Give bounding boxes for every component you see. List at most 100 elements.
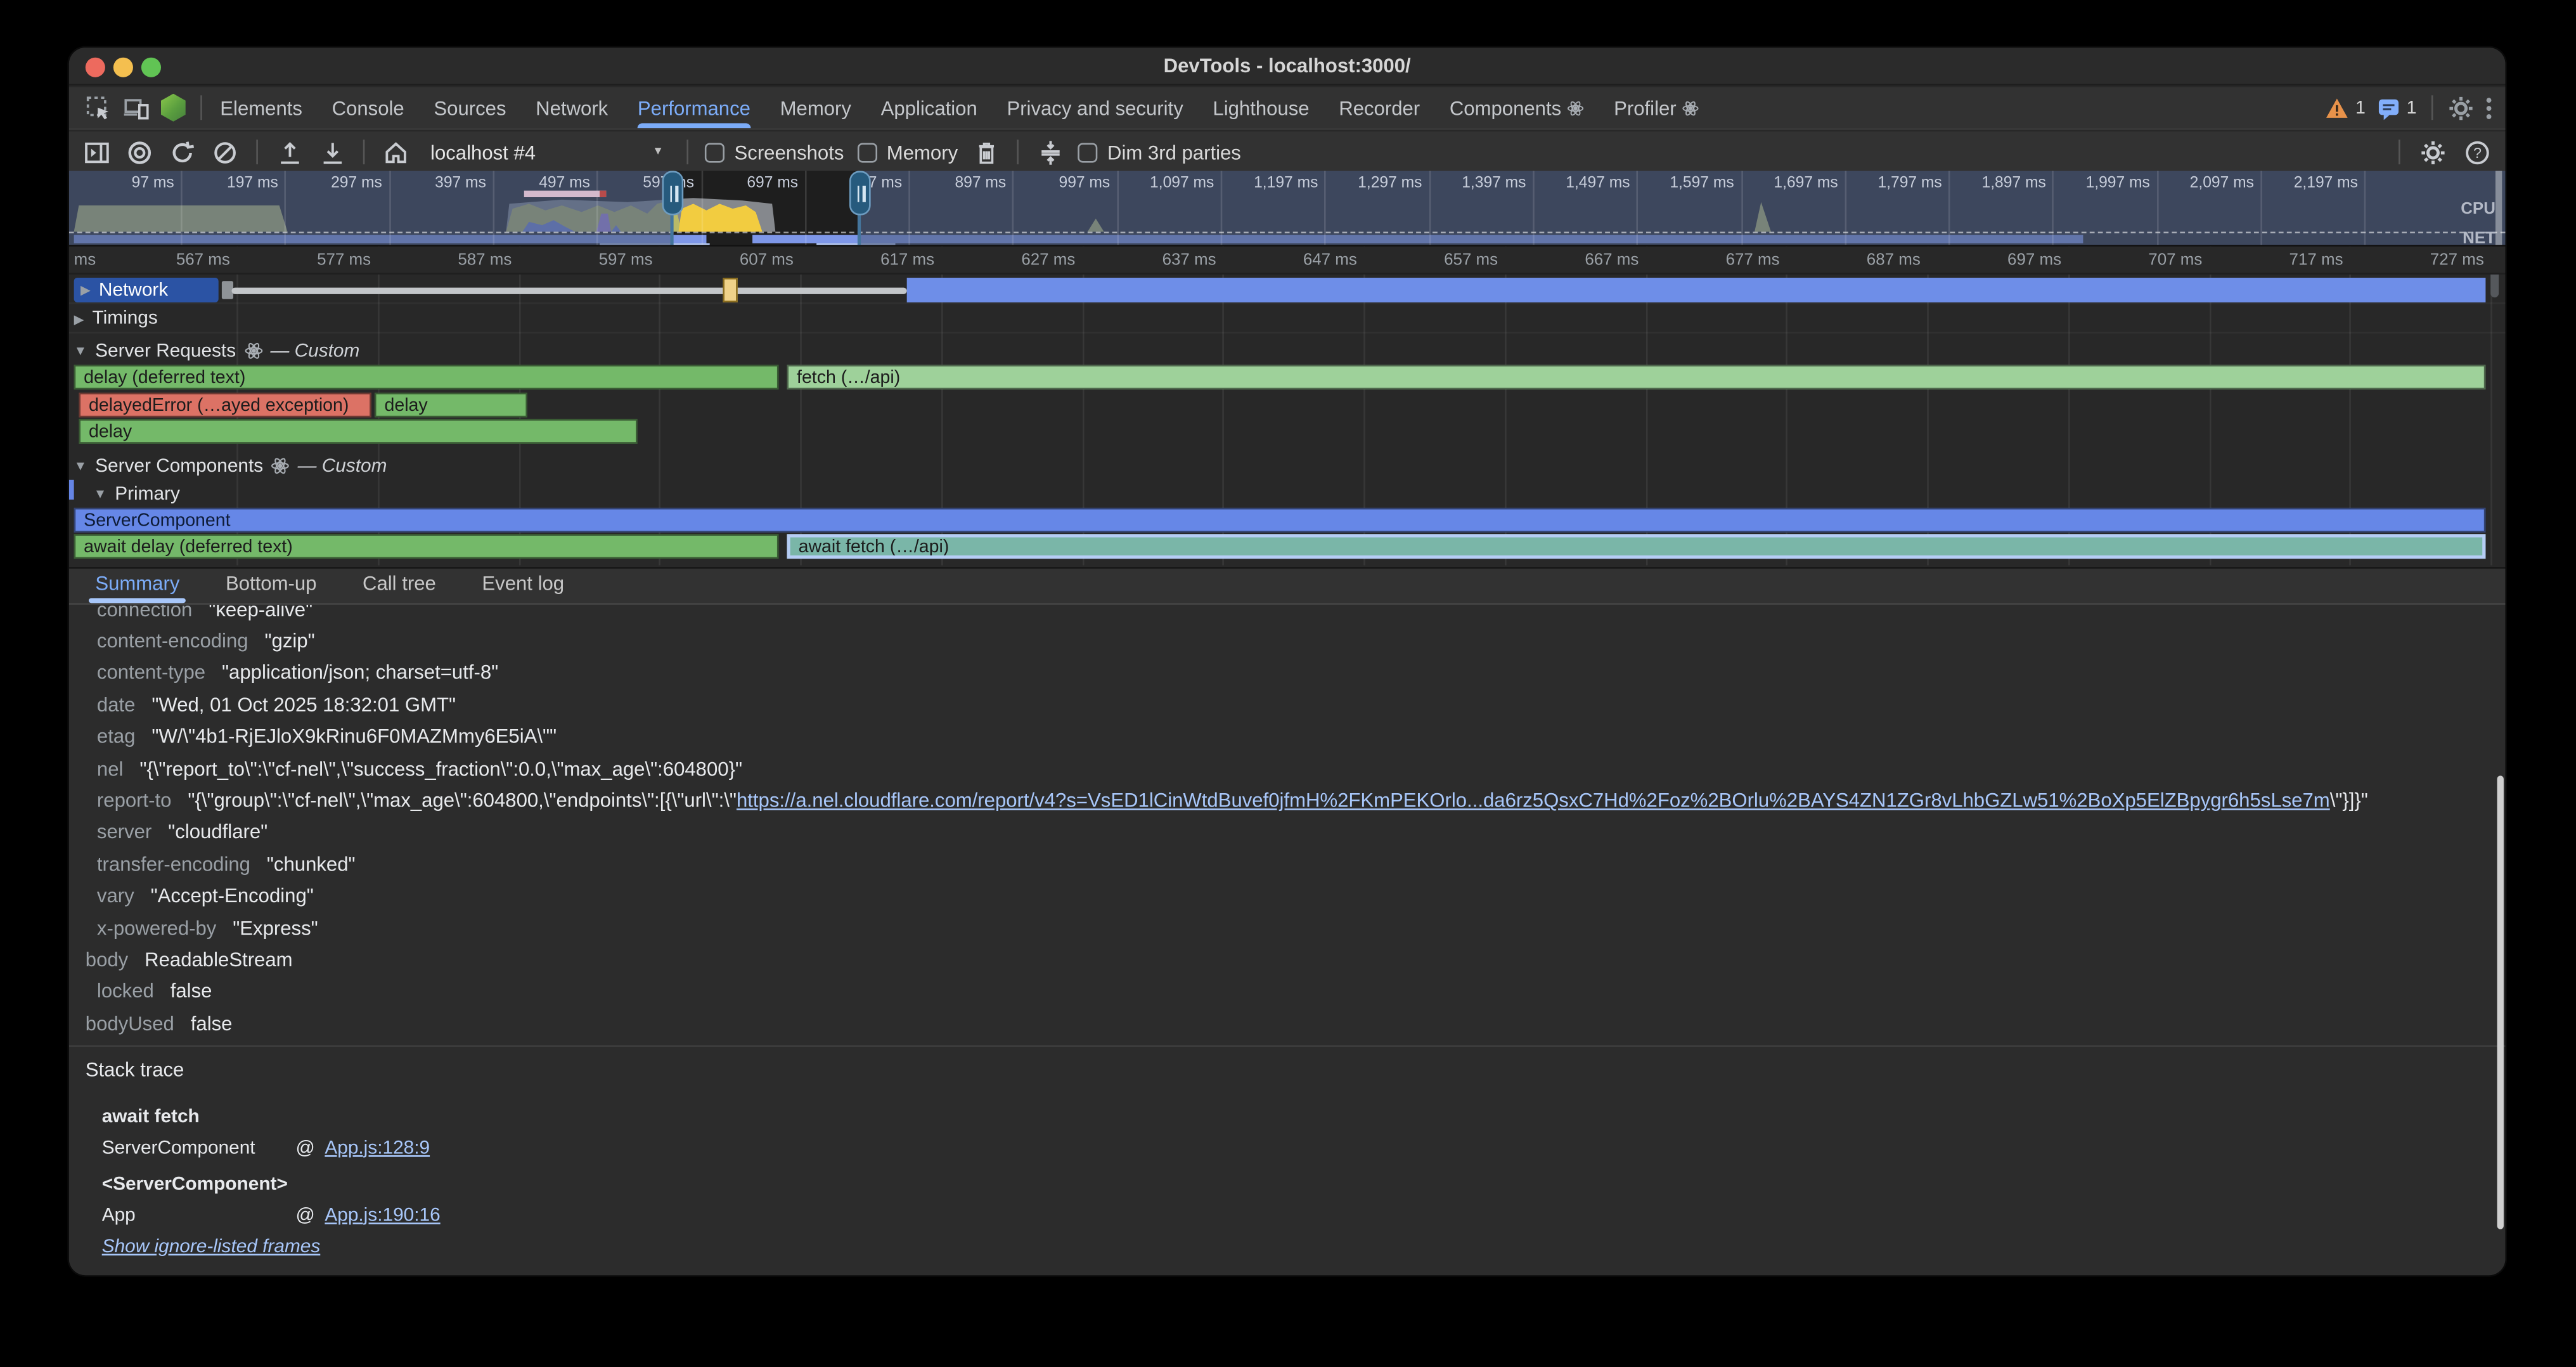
issues-icon[interactable] [2377,96,2400,119]
tab-console[interactable]: Console [332,87,404,128]
tab-application[interactable]: Application [881,87,977,128]
stack-frame-function: ServerComponent [102,1138,296,1158]
server-components-header[interactable]: ▼ Server Components — Custom [69,452,2506,480]
property-value: ReadableStream [145,948,292,971]
home-icon[interactable] [381,137,411,167]
details-tabbar: Summary Bottom-up Call tree Event log [69,567,2506,605]
memory-label: Memory [887,141,958,164]
summary-scrollbar-thumb[interactable] [2497,775,2504,1229]
primary-group-row[interactable]: ▼ Primary [69,480,2506,508]
collapse-tracks-icon[interactable] [1035,137,1065,167]
overview-grid-line [804,171,806,247]
property-value-suffix: \"}]}" [2330,789,2368,812]
dim-3rd-parties-checkbox[interactable]: Dim 3rd parties [1078,141,1241,164]
network-track-row[interactable]: ▶ Network [69,276,2506,304]
garbage-collect-icon[interactable] [971,137,1001,167]
capture-settings-gear-icon[interactable] [2418,137,2448,167]
toggle-sidebar-icon[interactable] [82,137,112,167]
screenshots-checkbox[interactable]: Screenshots [705,141,844,164]
device-toolbar-icon[interactable] [123,94,149,120]
timeline-event-bar[interactable]: ServerComponent [74,507,2486,532]
timings-track-row[interactable]: ▶ Timings [69,306,2506,334]
chevron-right-icon[interactable]: ▶ [80,283,91,297]
details-tab-summary[interactable]: Summary [92,566,183,604]
checkbox-box [857,142,877,162]
property-row: server"cloudflare" [69,816,2506,848]
report-to-url-link[interactable]: https://a.nel.cloudflare.com/report/v4?s… [737,789,2330,812]
tab-components[interactable]: Components [1450,87,1585,128]
overview-tick-label: 2,097 ms [2159,174,2254,193]
details-tab-event-log[interactable]: Event log [479,566,567,604]
network-track-label[interactable]: ▶ Network [74,278,219,302]
ruler-tick-label: 697 ms [1979,252,2061,270]
chevron-right-icon[interactable]: ▶ [74,311,84,326]
tab-elements[interactable]: Elements [220,87,302,128]
selection-handle-left-grip[interactable] [661,171,683,216]
history-select[interactable]: localhost #4 ▼ [424,141,671,164]
server-requests-header[interactable]: ▼ Server Requests — Custom [69,337,2506,365]
tab-label: Recorder [1339,96,1420,119]
chevron-down-icon[interactable]: ▼ [74,344,87,358]
network-request-waiting-bar[interactable] [231,288,906,294]
tab-label: Components [1450,96,1561,119]
chevron-down-icon[interactable]: ▼ [94,486,107,501]
network-request-blue-bar[interactable] [907,278,2486,302]
timeline-event-bar[interactable]: delayedError (…ayed exception) [79,392,371,417]
details-tab-call-tree[interactable]: Call tree [359,566,439,604]
memory-checkbox[interactable]: Memory [857,141,958,164]
settings-gear-icon[interactable] [2448,94,2474,120]
inspect-element-icon[interactable] [86,94,112,120]
record-and-reload-icon[interactable] [167,137,197,167]
timeline-event-bar[interactable]: delay [375,392,527,417]
property-name: vary [97,884,134,907]
tab-label: Application [881,96,977,119]
overview-grid-line [1429,171,1431,247]
property-row: report-to"{\"group\":\"cf-nel\",\"max_ag… [69,784,2506,816]
stack-frame-source-link[interactable]: App.js:128:9 [325,1138,430,1158]
tab-profiler[interactable]: Profiler [1614,87,1699,128]
stack-frame-source-link[interactable]: App.js:190:16 [325,1205,440,1225]
ruler-unit-label: ms [74,252,96,270]
ruler-tick-label: 637 ms [1134,252,1216,270]
timeline-event-bar[interactable]: await delay (deferred text) [74,534,779,559]
overview-scrollbar[interactable] [2496,171,2502,247]
selection-handle-left[interactable] [670,171,673,247]
property-row: content-type"application/json; charset=u… [69,657,2506,689]
save-profile-icon[interactable] [317,137,347,167]
load-profile-icon[interactable] [274,137,304,167]
tab-recorder[interactable]: Recorder [1339,87,1420,128]
ruler-tick-label: 717 ms [2261,252,2343,270]
details-tab-bottom-up[interactable]: Bottom-up [222,566,320,604]
property-row: bodyReadableStream [69,943,2506,975]
timeline-event-bar[interactable]: fetch (…/api) [787,365,2485,389]
more-options-kebab-icon[interactable] [2485,96,2492,119]
divider [686,139,688,164]
tab-performance[interactable]: Performance [638,87,750,128]
atom-icon [244,342,262,360]
timeline-event-bar[interactable]: await fetch (…/api) [787,534,2485,559]
divider [1017,139,1019,164]
titlebar: DevTools - localhost:3000/ [69,48,2506,86]
help-icon[interactable]: ? [2463,137,2492,167]
chevron-down-icon[interactable]: ▼ [74,458,87,473]
timeline-overview[interactable]: 97 ms197 ms297 ms397 ms497 ms597 ms697 m… [69,171,2506,247]
tab-memory[interactable]: Memory [780,87,851,128]
overview-tick-label: 197 ms [183,174,278,193]
network-request-yellow-bar[interactable] [723,278,737,302]
overview-grid-line [1325,171,1327,247]
tab-sources[interactable]: Sources [434,87,506,128]
tab-lighthouse[interactable]: Lighthouse [1213,87,1309,128]
selection-handle-right-grip[interactable] [849,171,870,216]
tab-privacy-and-security[interactable]: Privacy and security [1007,87,1183,128]
show-ignore-listed-frames-link[interactable]: Show ignore-listed frames [102,1236,321,1256]
property-row: etag"W/\"4b1-RjEJloX9kRinu6F0MAZMmy6E5iA… [69,721,2506,753]
timeline-event-bar[interactable]: delay (deferred text) [74,365,779,389]
divider [256,139,258,164]
selection-handle-right[interactable] [858,171,861,247]
clear-icon[interactable] [210,137,240,167]
node-icon[interactable] [161,94,186,122]
record-icon[interactable] [125,137,155,167]
timeline-event-bar[interactable]: delay [79,419,637,444]
warning-icon[interactable] [2324,96,2349,119]
tab-network[interactable]: Network [536,87,608,128]
